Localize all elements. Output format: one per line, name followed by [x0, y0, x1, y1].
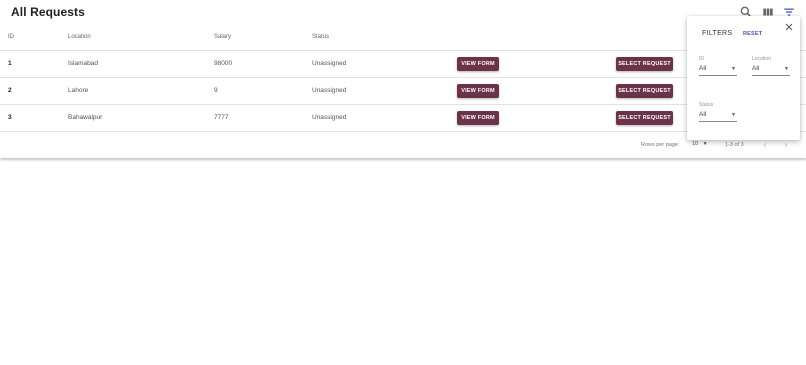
select-request-button[interactable]: SELECT REQUEST — [616, 111, 673, 125]
dropdown-arrow-icon: ▼ — [731, 66, 736, 72]
cell-status: Unassigned — [312, 87, 347, 94]
cell-id: 2 — [8, 87, 12, 94]
filters-title: FILTERS — [702, 30, 733, 37]
requests-table-card: All Requests ID Location Salary Status 1… — [0, 0, 806, 158]
cell-location: Lahore — [68, 87, 89, 94]
dropdown-arrow-icon: ▼ — [702, 141, 708, 147]
page-title: All Requests — [11, 5, 85, 19]
cell-location: Islamabad — [68, 60, 98, 67]
table-row: 2 Lahore 9 Unassigned VIEW FORM SELECT R… — [0, 78, 806, 105]
cell-id: 3 — [8, 114, 12, 121]
next-page-button[interactable]: › — [780, 139, 792, 151]
pagination-range: 1-3 of 3 — [725, 142, 744, 148]
rows-per-page-label: Rows per page: — [641, 142, 680, 148]
cell-id: 1 — [8, 60, 12, 67]
cell-status: Unassigned — [312, 114, 347, 121]
filter-status-select[interactable]: Status All ▼ — [699, 102, 737, 122]
cell-location: Bahawalpur — [68, 114, 103, 121]
select-request-button[interactable]: SELECT REQUEST — [616, 84, 673, 98]
cell-salary: 7777 — [214, 114, 229, 121]
cell-salary: 9 — [214, 87, 218, 94]
cell-status: Unassigned — [312, 60, 347, 67]
column-header-id[interactable]: ID — [8, 34, 14, 40]
filter-location-label: Location — [752, 56, 771, 62]
column-header-location[interactable]: Location — [68, 34, 91, 40]
view-form-button[interactable]: VIEW FORM — [457, 111, 499, 125]
column-header-status[interactable]: Status — [312, 34, 329, 40]
filters-panel: FILTERS RESET ID All ▼ Location All ▼ St… — [687, 16, 800, 140]
reset-filters-button[interactable]: RESET — [743, 31, 762, 37]
view-form-button[interactable]: VIEW FORM — [457, 57, 499, 71]
table-pagination: Rows per page: 10 ▼ 1-3 of 3 ‹ › — [0, 133, 806, 158]
previous-page-button[interactable]: ‹ — [759, 139, 771, 151]
rows-per-page-select[interactable]: 10 ▼ — [692, 141, 708, 147]
filter-location-select[interactable]: Location All ▼ — [752, 56, 790, 76]
select-request-button[interactable]: SELECT REQUEST — [616, 57, 673, 71]
close-icon[interactable] — [783, 21, 795, 33]
table-header: ID Location Salary Status — [0, 24, 806, 51]
view-form-button[interactable]: VIEW FORM — [457, 84, 499, 98]
cell-salary: 98000 — [214, 60, 233, 67]
table-row: 1 Islamabad 98000 Unassigned VIEW FORM S… — [0, 51, 806, 78]
dropdown-arrow-icon: ▼ — [784, 66, 789, 72]
table-row: 3 Bahawalpur 7777 Unassigned VIEW FORM S… — [0, 105, 806, 132]
filter-status-value: All — [699, 111, 707, 118]
rows-per-page-value: 10 — [692, 141, 699, 147]
filter-id-label: ID — [699, 56, 704, 62]
dropdown-arrow-icon: ▼ — [731, 112, 736, 118]
filter-id-value: All — [699, 65, 707, 72]
filter-location-value: All — [752, 65, 760, 72]
filter-id-select[interactable]: ID All ▼ — [699, 56, 737, 76]
column-header-salary[interactable]: Salary — [214, 34, 231, 40]
filter-status-label: Status — [699, 102, 714, 108]
